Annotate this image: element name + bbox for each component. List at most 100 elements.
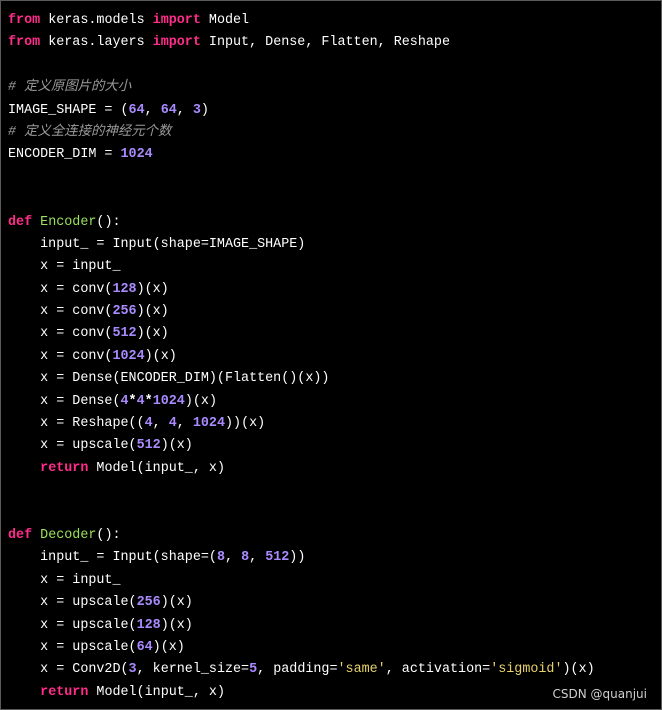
- code-line: x = Reshape((4, 4, 1024))(x): [8, 413, 595, 435]
- code-text: Model(input_, x): [88, 460, 225, 476]
- code-number: 64: [128, 102, 145, 118]
- code-line: input_ = Input(shape=IMAGE_SHAPE): [8, 234, 595, 256]
- code-text: IMAGE_SHAPE = (: [8, 102, 129, 118]
- code-number: 8: [241, 550, 250, 566]
- code-number: 128: [136, 617, 161, 633]
- code-line: return Model(input_, x): [8, 682, 595, 704]
- code-text: x = upscale(: [8, 595, 137, 611]
- code-text: )(x): [136, 281, 169, 297]
- code-text: x = conv(: [8, 348, 113, 364]
- code-text: x = upscale(: [8, 617, 137, 633]
- code-text: ): [200, 102, 209, 118]
- code-text: x = upscale(: [8, 639, 137, 655]
- code-keyword: import: [152, 13, 201, 28]
- code-line: from keras.models import Model: [8, 10, 595, 32]
- code-line: # 定义原图片的大小: [8, 77, 595, 99]
- code-text: )(x): [160, 617, 193, 633]
- code-text: )(x): [136, 326, 169, 342]
- code-text: )(x): [160, 438, 193, 454]
- code-line: IMAGE_SHAPE = (64, 64, 3): [8, 100, 595, 122]
- code-keyword: from: [8, 13, 41, 28]
- code-number: 64: [160, 102, 177, 118]
- code-panel: from keras.models import Model from keras…: [0, 0, 662, 710]
- code-keyword: def: [8, 527, 33, 543]
- code-comment: # 定义全连接的神经元个数: [8, 124, 172, 140]
- code-text: ))(x): [225, 416, 266, 432]
- code-text: Model: [200, 13, 250, 28]
- code-number: 4: [144, 416, 153, 432]
- code-number: 1024: [120, 147, 153, 163]
- code-text: keras.layers: [40, 35, 153, 51]
- code-number: 512: [136, 438, 161, 454]
- code-number: 128: [112, 281, 137, 297]
- code-text: x = upscale(: [8, 438, 137, 454]
- code-text: ENCODER_DIM =: [8, 147, 121, 163]
- code-number: 4: [136, 393, 145, 409]
- code-line: # 定义全连接的神经元个数: [8, 122, 595, 144]
- code-text: ():: [96, 214, 121, 230]
- code-line: input_ = Input(shape=(8, 8, 512)): [8, 547, 595, 569]
- code-operator: *: [128, 393, 137, 409]
- code-text: )(x): [160, 595, 193, 611]
- code-text: x = conv(: [8, 326, 113, 342]
- code-comment: # 定义原图片的大小: [8, 80, 132, 96]
- code-block: from keras.models import Model from keras…: [8, 10, 595, 704]
- code-function-name: Decoder: [40, 527, 97, 543]
- code-line: x = Dense(ENCODER_DIM)(Flatten()(x)): [8, 368, 595, 390]
- code-line: ENCODER_DIM = 1024: [8, 144, 595, 166]
- code-text: ,: [176, 102, 193, 118]
- code-line: return Model(input_, x): [8, 458, 595, 480]
- code-line: x = conv(128)(x): [8, 279, 595, 301]
- code-number: 1024: [192, 416, 226, 432]
- code-line: x = input_: [8, 570, 595, 592]
- code-keyword: from: [8, 35, 41, 51]
- code-line: def Encoder():: [8, 212, 595, 234]
- code-number: 8: [216, 550, 225, 566]
- code-text: ,: [249, 550, 266, 566]
- code-number: 3: [128, 662, 137, 678]
- code-number: 512: [112, 326, 137, 342]
- code-keyword: def: [8, 214, 33, 230]
- code-line: x = conv(512)(x): [8, 323, 595, 345]
- code-number: 1024: [112, 348, 145, 364]
- code-text: )(x): [144, 348, 177, 364]
- code-text: x = input_: [8, 572, 121, 588]
- code-number: 3: [192, 102, 201, 118]
- code-text: x = Dense(: [8, 393, 121, 409]
- code-text: input_ = Input(shape=IMAGE_SHAPE): [8, 236, 306, 252]
- code-text: Input, Dense, Flatten, Reshape: [200, 35, 450, 51]
- code-line: x = upscale(256)(x): [8, 592, 595, 614]
- code-function-name: Encoder: [40, 214, 97, 230]
- code-text: , kernel_size=: [136, 662, 250, 678]
- code-string: 'same': [337, 662, 386, 678]
- code-text: ():: [96, 527, 121, 543]
- code-number: 5: [249, 662, 258, 678]
- code-line: x = upscale(64)(x): [8, 637, 595, 659]
- code-text: ,: [144, 102, 161, 118]
- code-text: Model(input_, x): [88, 684, 225, 700]
- code-operator: *: [144, 393, 153, 409]
- code-text: )(x): [184, 393, 217, 409]
- code-text: , activation=: [385, 662, 491, 678]
- code-line: x = upscale(512)(x): [8, 435, 595, 457]
- code-number: 4: [120, 393, 129, 409]
- code-keyword: import: [152, 35, 201, 51]
- code-number: 4: [168, 416, 177, 432]
- code-text: , padding=: [257, 662, 338, 678]
- code-text: x = Dense(ENCODER_DIM)(Flatten()(x)): [8, 371, 330, 387]
- code-text: )(x): [562, 662, 595, 678]
- code-text: x = input_: [8, 259, 121, 275]
- code-line: x = Conv2D(3, kernel_size=5, padding='sa…: [8, 659, 595, 681]
- code-keyword: return: [40, 460, 89, 476]
- code-text: keras.models: [40, 13, 153, 28]
- code-number: 1024: [152, 393, 185, 409]
- code-line: def Decoder():: [8, 525, 595, 547]
- code-line: x = conv(1024)(x): [8, 346, 595, 368]
- watermark: CSDN @quanjui: [552, 687, 647, 701]
